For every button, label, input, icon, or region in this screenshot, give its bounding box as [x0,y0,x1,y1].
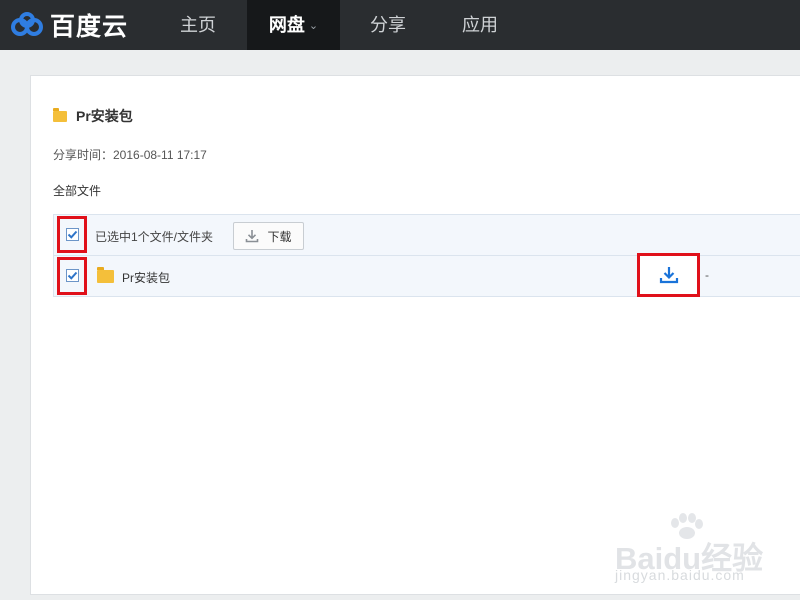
folder-icon [97,267,114,283]
breadcrumb-all-files[interactable]: 全部文件 [53,182,101,199]
watermark-url: jingyan.baidu.com [615,567,745,583]
file-name[interactable]: Pr安装包 [122,269,170,286]
selection-count-text: 已选中1个文件/文件夹 [95,230,214,244]
file-row[interactable]: Pr安装包 - [53,253,800,297]
share-time: 分享时间：2016-08-11 17:17 [53,148,207,162]
file-list-header: 已选中1个文件/文件夹 下载 [53,214,800,256]
share-title: Pr安装包 [53,106,133,126]
download-icon [246,230,259,243]
row-checkbox[interactable] [66,269,79,282]
download-icon [659,267,678,284]
select-all-checkbox[interactable] [66,228,79,241]
baidu-cloud-logo-icon [11,12,43,36]
download-button[interactable]: 下载 [233,222,304,250]
chevron-down-icon: ⌄ [308,20,319,32]
folder-icon [53,107,67,122]
nav-netdisk[interactable]: 网盘 ⌄ [247,0,340,50]
nav-share[interactable]: 分享 [350,0,426,50]
watermark: Baidu经验 jingyan.baidu.com [615,513,775,585]
share-title-text: Pr安装包 [76,108,133,124]
logo-text: 百度云 [50,13,129,41]
file-size: - [705,268,709,282]
top-nav-bar: 百度云 主页 网盘 ⌄ 分享 应用 [0,0,800,50]
baidu-cloud-logo[interactable]: 百度云 [10,9,128,41]
checkmark-icon [67,271,78,280]
checkmark-icon [67,230,78,239]
nav-home[interactable]: 主页 [160,0,236,50]
row-download-button[interactable] [637,253,700,297]
nav-apps[interactable]: 应用 [442,0,518,50]
download-button-label: 下载 [267,229,292,244]
nav-netdisk-label: 网盘 [268,15,305,35]
